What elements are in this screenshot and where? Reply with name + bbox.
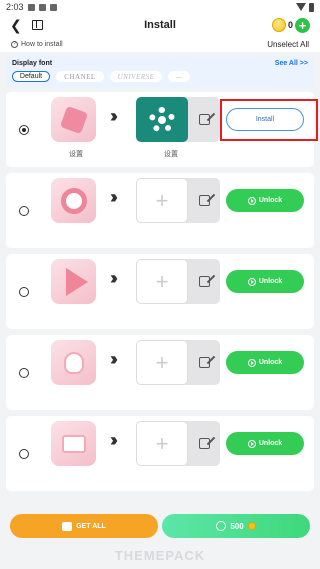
unlock-label: Unlock bbox=[258, 197, 283, 204]
add-app-icon[interactable]: + bbox=[136, 421, 188, 466]
watermark: THEMEPACK bbox=[114, 548, 206, 563]
row-radio[interactable] bbox=[19, 448, 29, 459]
unlock-button[interactable]: Unlock bbox=[226, 189, 304, 212]
bottom-bar: GET ALL 500 bbox=[10, 514, 310, 539]
notification-icon bbox=[49, 3, 57, 11]
unlock-label: Unlock bbox=[258, 440, 283, 447]
add-app-icon[interactable]: + bbox=[136, 340, 188, 385]
back-arrow-icon[interactable]: ❮ bbox=[10, 17, 24, 34]
unlock-button[interactable]: Unlock bbox=[226, 270, 304, 293]
add-app-icon[interactable]: + bbox=[136, 259, 188, 304]
status-time: 2:03 bbox=[6, 2, 24, 12]
download-icon bbox=[216, 521, 227, 531]
row-radio[interactable] bbox=[19, 205, 29, 216]
coin-balance: 0 + bbox=[271, 17, 310, 33]
display-font-panel: Display font See All >> Default CHANEL U… bbox=[6, 56, 314, 88]
subheader: ? How to install Unselect All bbox=[0, 36, 320, 52]
coin-icon bbox=[271, 18, 286, 32]
coin-icon bbox=[247, 522, 256, 530]
row-radio[interactable] bbox=[19, 367, 29, 378]
battery-icon bbox=[309, 2, 314, 12]
list-item: ›› + Unlock bbox=[6, 416, 314, 491]
price-label: 500 bbox=[230, 521, 244, 531]
unlock-label: Unlock bbox=[258, 278, 283, 285]
target-app-slot[interactable]: + bbox=[136, 421, 220, 466]
source-icon-folder bbox=[51, 421, 96, 466]
notification-icon bbox=[27, 3, 35, 11]
settings-app-icon bbox=[136, 97, 188, 142]
unlock-button[interactable]: Unlock bbox=[226, 351, 304, 374]
double-chevron-icon: ›› bbox=[110, 268, 118, 288]
target-app-slot[interactable] bbox=[136, 97, 220, 142]
unlock-button[interactable]: Unlock bbox=[226, 432, 304, 455]
double-chevron-icon: ›› bbox=[110, 106, 118, 126]
edit-icon[interactable] bbox=[198, 276, 210, 287]
target-app-slot[interactable]: + bbox=[136, 259, 220, 304]
double-chevron-icon: ›› bbox=[110, 187, 118, 207]
icon-list: 设置 ›› 设置 Install ›› + Unlock ›› + Unlock… bbox=[6, 92, 318, 497]
double-chevron-icon: ›› bbox=[110, 430, 118, 450]
status-bar: 2:03 bbox=[0, 0, 320, 14]
edit-icon[interactable] bbox=[198, 195, 210, 206]
display-font-label: Display font bbox=[12, 60, 53, 67]
list-item: 设置 ›› 设置 Install bbox=[6, 92, 318, 167]
install-button[interactable]: Install bbox=[226, 108, 304, 131]
see-all-link[interactable]: See All >> bbox=[275, 60, 308, 67]
row-radio[interactable] bbox=[19, 124, 29, 135]
unselect-all-button[interactable]: Unselect All bbox=[267, 40, 309, 49]
source-icon-play-store bbox=[51, 259, 96, 304]
question-icon: ? bbox=[11, 40, 18, 48]
edit-icon[interactable] bbox=[198, 114, 210, 125]
row-radio[interactable] bbox=[19, 286, 29, 297]
coin-count: 0 bbox=[287, 20, 293, 30]
source-icon-bunny bbox=[51, 340, 96, 385]
target-app-slot[interactable]: + bbox=[136, 178, 220, 223]
font-chip-chanel[interactable]: CHANEL bbox=[56, 71, 104, 82]
get-all-button[interactable]: GET ALL bbox=[10, 514, 158, 538]
source-icon-settings bbox=[51, 97, 96, 142]
unlock-label: Unlock bbox=[258, 359, 283, 366]
notification-icon bbox=[38, 3, 46, 11]
play-icon bbox=[247, 439, 256, 448]
play-icon bbox=[247, 196, 256, 205]
font-chip-default[interactable]: Default bbox=[12, 71, 50, 82]
font-chip-more[interactable]: ... bbox=[168, 71, 190, 82]
add-app-icon[interactable]: + bbox=[136, 178, 188, 223]
font-chip-universe[interactable]: UNIVERSE bbox=[110, 71, 162, 82]
play-icon bbox=[247, 358, 256, 367]
gift-icon bbox=[62, 521, 73, 531]
list-item: ›› + Unlock bbox=[6, 335, 314, 410]
list-item: ›› + Unlock bbox=[6, 173, 314, 248]
get-all-label: GET ALL bbox=[76, 522, 106, 530]
play-icon bbox=[247, 277, 256, 286]
target-label: 设置 bbox=[164, 151, 178, 158]
list-item: ›› + Unlock bbox=[6, 254, 314, 329]
add-coins-button[interactable]: + bbox=[295, 17, 310, 33]
source-label: 设置 bbox=[69, 151, 83, 158]
how-to-install-link[interactable]: ? How to install bbox=[11, 40, 63, 48]
buy-button[interactable]: 500 bbox=[162, 514, 310, 538]
edit-icon[interactable] bbox=[198, 357, 210, 368]
book-icon[interactable] bbox=[32, 20, 43, 30]
how-to-install-label: How to install bbox=[21, 40, 63, 48]
header: ❮ Install 0 + bbox=[0, 14, 320, 36]
target-app-slot[interactable]: + bbox=[136, 340, 220, 385]
double-chevron-icon: ›› bbox=[110, 349, 118, 369]
source-icon-chrome bbox=[51, 178, 96, 223]
wifi-icon bbox=[296, 3, 306, 11]
edit-icon[interactable] bbox=[198, 438, 210, 449]
